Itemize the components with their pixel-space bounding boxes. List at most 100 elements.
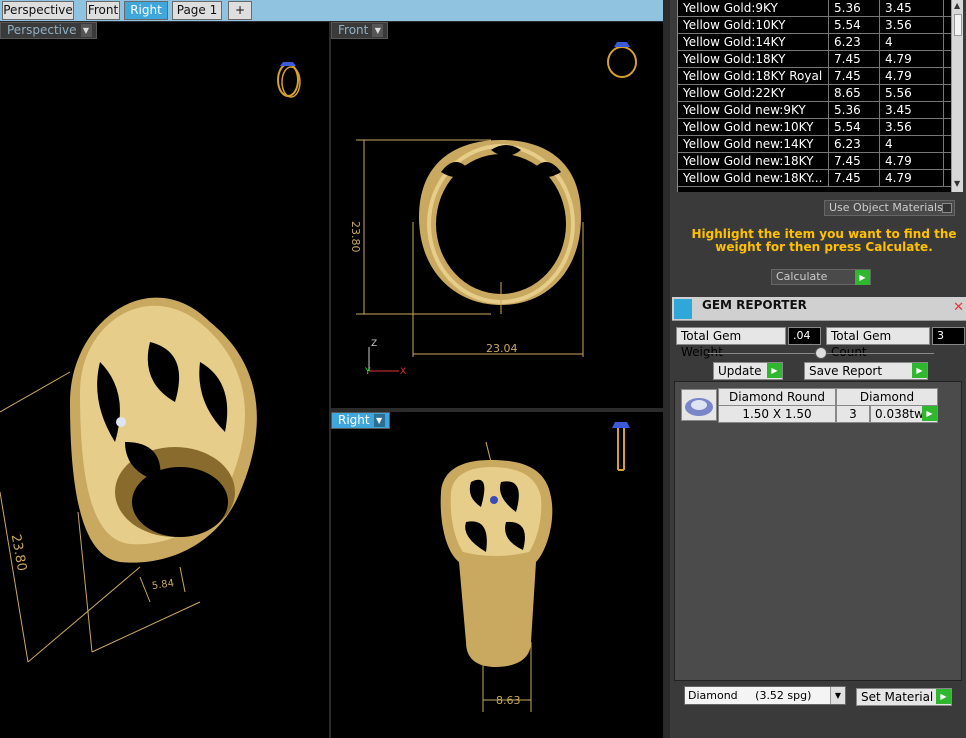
save-report-button[interactable]: Save Report ▶ <box>804 362 928 380</box>
material-value: 4.79 <box>880 153 944 169</box>
material-name: Yellow Gold new:10KY <box>678 119 829 135</box>
total-gem-count-label: Total Gem Count <box>826 327 930 359</box>
right-viewport[interactable]: Right ▼ 8.63 <box>331 412 663 738</box>
material-name: Yellow Gold new:18KY <box>678 153 829 169</box>
material-row[interactable]: Yellow Gold new:10KY 5.54 3.56 <box>678 119 951 136</box>
scroll-down-icon[interactable]: ▼ <box>954 179 960 188</box>
material-name: Yellow Gold:22KY <box>678 85 829 101</box>
material-select-value: Diamond (3.52 spg) <box>688 689 812 702</box>
slider-handle[interactable] <box>815 347 827 359</box>
checkbox-icon[interactable] <box>942 203 952 213</box>
material-name: Yellow Gold:18KY Royal <box>678 68 829 84</box>
material-value: 3.45 <box>880 0 944 16</box>
material-value: 4 <box>880 34 944 50</box>
material-density: 6.23 <box>829 136 880 152</box>
material-table[interactable]: Yellow Gold:9KY 5.36 3.45 Yellow Gold:10KY 5… <box>677 0 951 192</box>
play-icon[interactable]: ▶ <box>767 363 782 378</box>
material-name: Yellow Gold new:9KY <box>678 102 829 118</box>
use-object-materials-label: Use Object Materials <box>829 201 943 214</box>
material-row[interactable]: Yellow Gold:22KY 8.65 5.56 <box>678 85 951 102</box>
material-name: Yellow Gold new:18KY... <box>678 170 829 186</box>
ring-perspective-render: 23.80 5.84 <box>0 62 301 663</box>
material-row[interactable]: Yellow Gold:10KY 5.54 3.56 <box>678 17 951 34</box>
material-name: Yellow Gold:18KY <box>678 51 829 67</box>
play-icon[interactable]: ▶ <box>936 689 951 704</box>
material-value: 4.79 <box>880 51 944 67</box>
material-value: 3.45 <box>880 102 944 118</box>
material-row[interactable]: Yellow Gold:18KY Royal 7.45 4.79 <box>678 68 951 85</box>
play-icon[interactable]: ▶ <box>912 363 927 378</box>
dim-label: 23.80 <box>349 221 362 253</box>
material-density: 5.36 <box>829 0 880 16</box>
material-name: Yellow Gold:9KY <box>678 0 829 16</box>
set-material-button[interactable]: Set Material ▶ <box>856 688 952 706</box>
material-select[interactable]: Diamond (3.52 spg) ▼ <box>684 686 846 705</box>
dim-label: 23.80 <box>8 533 29 572</box>
material-density: 6.23 <box>829 34 880 50</box>
material-name: Yellow Gold:14KY <box>678 34 829 50</box>
set-material-label: Set Material <box>861 690 934 704</box>
material-row[interactable]: Yellow Gold new:9KY 5.36 3.45 <box>678 102 951 119</box>
material-value: 4.79 <box>880 170 944 186</box>
material-value: 3.56 <box>880 17 944 33</box>
gem-reporter-title: GEM REPORTER <box>702 298 807 312</box>
calculate-instructions: Highlight the item you want to find the … <box>691 227 957 254</box>
material-density: 8.65 <box>829 85 880 101</box>
tab-perspective[interactable]: Perspective <box>2 1 74 20</box>
material-row[interactable]: Yellow Gold:18KY 7.45 4.79 <box>678 51 951 68</box>
play-icon[interactable]: ▶ <box>922 406 937 421</box>
dim-label: 5.84 <box>151 578 175 592</box>
view-tab-bar: Perspective Front Right Page 1 + <box>0 0 663 21</box>
material-value: 5.56 <box>880 85 944 101</box>
svg-text:X: X <box>400 367 406 377</box>
save-report-label: Save Report <box>809 364 883 378</box>
update-label: Update <box>718 364 762 378</box>
gem-size: 1.50 X 1.50 <box>718 405 836 423</box>
material-row[interactable]: Yellow Gold new:18KY 7.45 4.79 <box>678 153 951 170</box>
calculate-label: Calculate <box>776 270 828 283</box>
front-viewport[interactable]: Front ▼ 23.80 23.04 Z Y X <box>331 22 663 408</box>
total-gem-count-value: 3 <box>932 327 965 345</box>
material-density: 5.36 <box>829 102 880 118</box>
gem-thumbnail[interactable] <box>681 389 717 421</box>
tab-page-1[interactable]: Page 1 <box>172 1 222 20</box>
material-row[interactable]: Yellow Gold new:14KY 6.23 4 <box>678 136 951 153</box>
gem-material: Diamond <box>836 388 938 406</box>
total-gem-weight-value: .04 <box>788 327 821 345</box>
axis-gizmo: Z Y X <box>364 339 406 377</box>
material-density: 7.45 <box>829 68 880 84</box>
perspective-viewport[interactable]: Perspective ▼ 23.80 5.84 <box>0 22 329 738</box>
material-density: 5.54 <box>829 119 880 135</box>
tab-right[interactable]: Right <box>124 1 168 20</box>
gem-type: Diamond Round <box>718 388 836 406</box>
gem-count: 3 <box>836 405 870 423</box>
material-density: 7.45 <box>829 51 880 67</box>
material-name: Yellow Gold new:14KY <box>678 136 829 152</box>
dim-label: 8.63 <box>496 694 521 707</box>
material-table-scrollbar[interactable]: ▲ ▼ <box>951 0 963 192</box>
close-icon[interactable]: ✕ <box>953 300 964 315</box>
scroll-thumb[interactable] <box>954 14 962 36</box>
material-value: 4 <box>880 136 944 152</box>
use-object-materials-checkbox[interactable]: Use Object Materials <box>824 200 955 216</box>
material-value: 3.56 <box>880 119 944 135</box>
svg-text:Y: Y <box>364 367 371 377</box>
diamond-icon <box>685 398 713 416</box>
gem-weight-value: 0.038tw <box>875 407 924 421</box>
gem-reporter-header: GEM REPORTER ✕ <box>672 297 966 321</box>
update-button[interactable]: Update ▶ <box>713 362 783 380</box>
add-tab-icon[interactable]: + <box>228 1 252 20</box>
material-row[interactable]: Yellow Gold:9KY 5.36 3.45 <box>678 0 951 17</box>
svg-text:Z: Z <box>371 339 377 349</box>
ring-front-render: 23.80 23.04 Z Y X <box>349 42 637 377</box>
material-row[interactable]: Yellow Gold new:18KY... 7.45 4.79 <box>678 170 951 187</box>
material-name: Yellow Gold:10KY <box>678 17 829 33</box>
calculate-button[interactable]: Calculate ▶ <box>771 269 871 285</box>
material-row[interactable]: Yellow Gold:14KY 6.23 4 <box>678 34 951 51</box>
gem-weight[interactable]: 0.038tw ▶ <box>870 405 938 423</box>
tab-front[interactable]: Front <box>86 1 120 20</box>
chevron-down-icon[interactable]: ▼ <box>830 687 845 704</box>
play-icon[interactable]: ▶ <box>855 270 870 285</box>
dim-label: 23.04 <box>486 342 518 355</box>
scroll-up-icon[interactable]: ▲ <box>954 1 960 10</box>
